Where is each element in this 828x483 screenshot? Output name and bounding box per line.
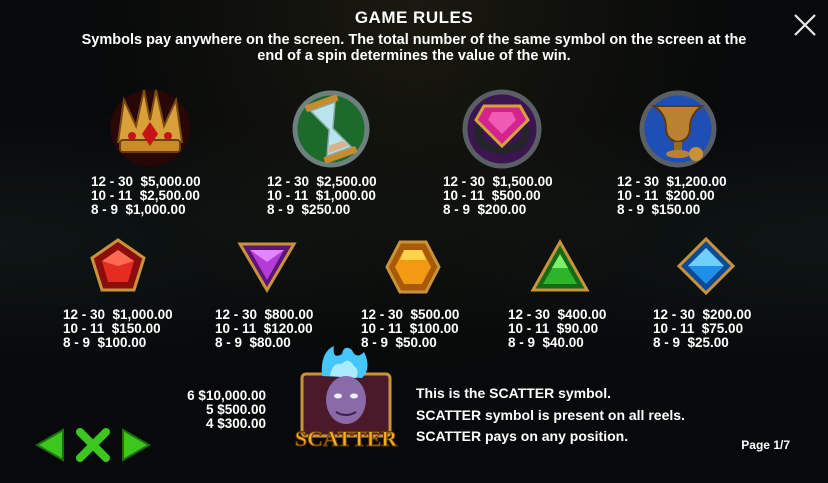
pay-values: 12 - 30 $2,500.00 10 - 11 $1,000.00 8 - 9 … — [267, 174, 377, 217]
pay-values: 12 - 30 $400.00 10 - 11 $90.00 8 - 9 $40.0… — [508, 307, 607, 350]
scatter-logo-text: SCATTER — [295, 426, 398, 451]
previous-page-arrow-icon[interactable] — [35, 428, 65, 462]
scatter-pay-values: 6 $10,000.00 5 $500.00 4 $300.00 — [187, 388, 266, 431]
orange-hexagon-gem-icon — [385, 240, 441, 294]
green-triangle-gem-icon — [530, 238, 590, 292]
page-indicator: Page 1/7 — [741, 438, 790, 452]
blue-diamond-gem-icon — [676, 236, 736, 296]
pay-values: 12 - 30 $5,000.00 10 - 11 $2,500.00 8 - 9 … — [91, 174, 201, 217]
page-title: GAME RULES — [354, 8, 474, 27]
hourglass-icon — [292, 90, 370, 168]
pay-values: 12 - 30 $1,200.00 10 - 11 $200.00 8 - 9 $1… — [617, 174, 727, 217]
red-pentagon-gem-icon — [90, 238, 146, 292]
golden-crown-icon — [110, 89, 190, 166]
pay-values: 12 - 30 $1,000.00 10 - 11 $150.00 8 - 9 $1… — [63, 307, 173, 350]
close-x-icon[interactable] — [75, 428, 111, 462]
pay-values: 12 - 30 $1,500.00 10 - 11 $500.00 8 - 9 $2… — [443, 174, 553, 217]
close-icon[interactable] — [792, 12, 818, 38]
scatter-icon: SCATTER — [294, 346, 399, 452]
pay-values: 12 - 30 $200.00 10 - 11 $75.00 8 - 9 $25.0… — [653, 307, 752, 350]
ring-icon — [462, 89, 542, 169]
scatter-info: This is the SCATTER symbol. SCATTER symbo… — [416, 385, 685, 444]
rules-description: Symbols pay anywhere on the screen. The … — [81, 32, 747, 64]
purple-triangle-gem-icon — [237, 242, 297, 293]
next-page-arrow-icon[interactable] — [121, 428, 151, 462]
chalice-icon — [639, 90, 717, 168]
